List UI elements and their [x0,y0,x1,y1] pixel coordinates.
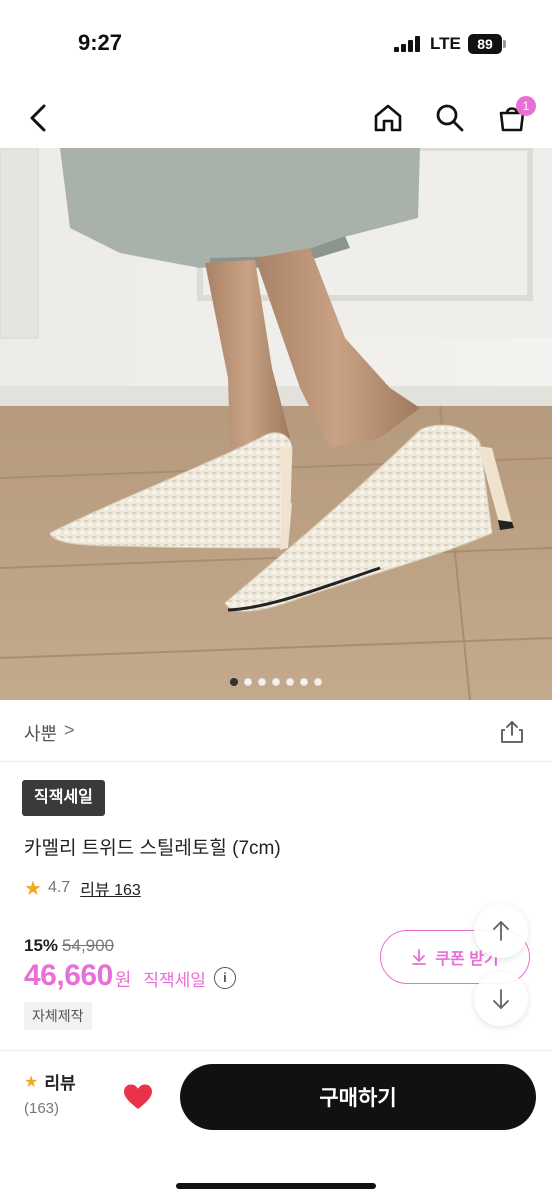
carousel-indicator [0,678,552,686]
star-icon: ★ [24,877,42,900]
like-button[interactable] [118,1077,158,1117]
star-icon: ★ [24,1073,39,1091]
network-label: LTE [430,34,461,53]
original-price-row: 15% 54,900 [24,934,114,958]
product-photo [0,148,552,700]
discount-rate: 15% [24,936,59,955]
home-icon [374,104,402,132]
carousel-dot[interactable] [230,678,238,686]
cart-button[interactable]: 1 [490,94,536,142]
brand-link[interactable]: 사뿐 [24,720,57,746]
review-tab-label: 리뷰 [44,1074,76,1093]
review-tab[interactable]: ★ 리뷰 (163) [24,1069,94,1129]
info-icon[interactable]: i [213,967,236,989]
chevron-left-icon [30,104,46,132]
brand-row: 사뿐 > [0,700,552,762]
product-title: 카멜리 트위드 스틸레토힐 (7cm) [24,838,281,859]
share-icon [501,721,523,743]
back-button[interactable] [16,94,60,142]
battery-icon: 89 [468,34,502,54]
sale-type-label: 직잭세일 [143,970,206,990]
signal-icon [394,36,420,52]
search-button[interactable] [428,94,472,142]
search-icon [436,104,464,132]
product-tag: 자체제작 [24,1002,92,1030]
scroll-top-button[interactable] [474,904,528,958]
rating-value: 4.7 [47,879,71,896]
sale-badge: 직잭세일 [22,780,105,816]
chevron-right-icon: > [64,720,75,740]
rating-row: ★ 4.7 리뷰 163 [24,876,141,900]
product-image-carousel[interactable] [0,148,552,700]
carousel-dot[interactable] [272,678,280,686]
carousel-dot[interactable] [300,678,308,686]
heart-icon [124,1084,152,1109]
arrow-up-icon [493,921,509,941]
carousel-dot[interactable] [258,678,266,686]
sale-price-row: 46,660 원 직잭세일 i [24,956,236,996]
carousel-dot[interactable] [286,678,294,686]
review-tab-count: (163) [24,1100,60,1117]
share-button[interactable] [496,716,528,748]
home-button[interactable] [366,94,410,142]
bottom-action-bar: ★ 리뷰 (163) 구매하기 [0,1050,552,1200]
top-nav: 1 [0,88,552,148]
home-indicator [176,1183,376,1189]
battery-tip [503,40,506,48]
sale-price: 46,660 [24,959,113,992]
currency-label: 원 [114,970,132,990]
arrow-down-icon [493,989,509,1009]
review-link[interactable]: 리뷰 163 [80,876,141,900]
status-time: 9:27 [78,30,123,55]
original-price: 54,900 [62,936,115,955]
carousel-dot[interactable] [244,678,252,686]
scroll-bottom-button[interactable] [474,972,528,1026]
download-icon [412,949,427,965]
cart-count-badge: 1 [516,96,536,116]
carousel-dot[interactable] [314,678,322,686]
buy-button[interactable]: 구매하기 [180,1064,536,1130]
status-bar: 9:27 LTE 89 [0,0,552,88]
